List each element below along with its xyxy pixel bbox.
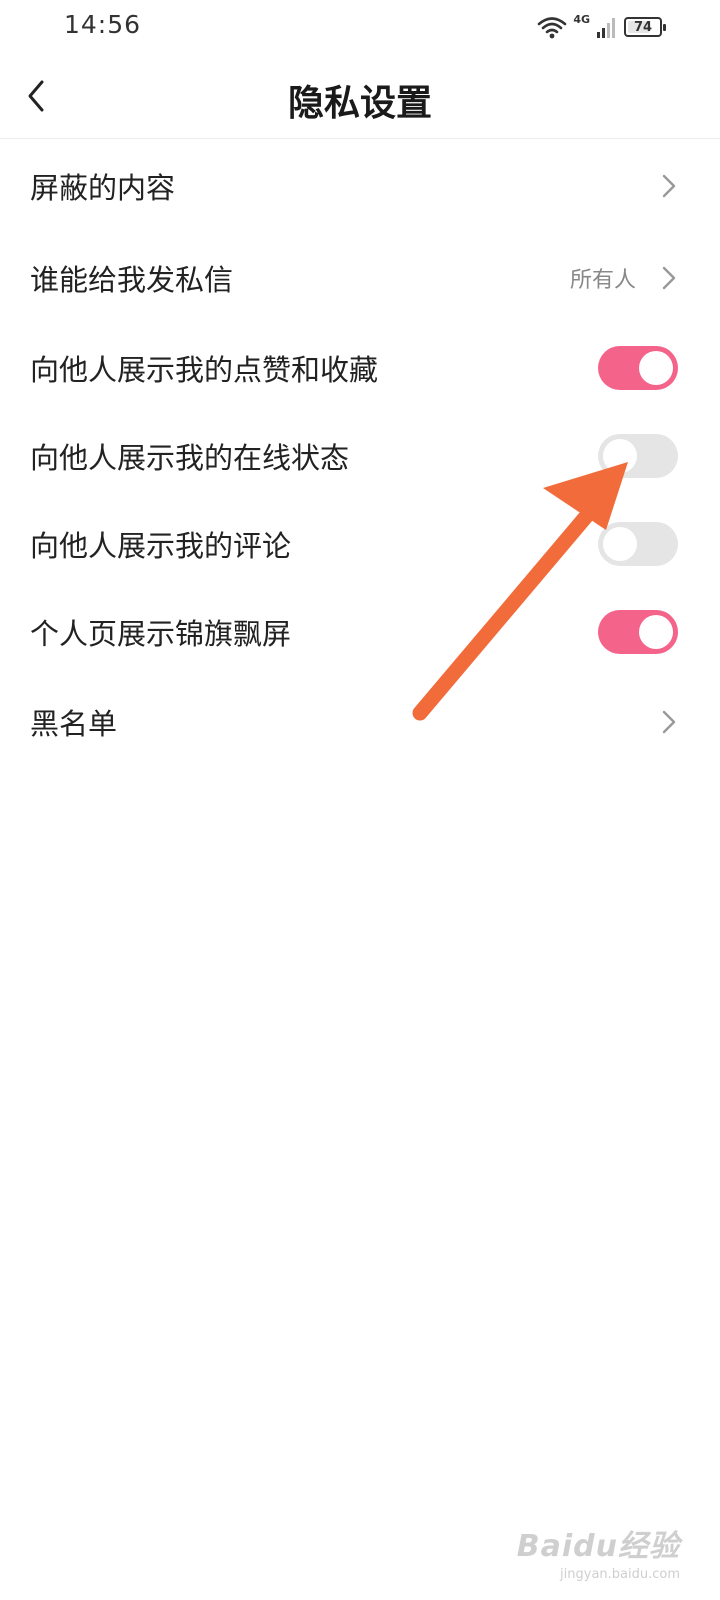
setting-label: 黑名单 — [30, 707, 118, 741]
toggle-switch[interactable] — [598, 434, 678, 478]
setting-label: 向他人展示我的在线状态 — [30, 441, 350, 475]
setting-who-can-message[interactable]: 谁能给我发私信 所有人 — [0, 232, 720, 324]
network-type-label: 4G — [573, 12, 590, 26]
setting-blocked-content[interactable]: 屏蔽的内容 — [0, 140, 720, 232]
toggle-knob — [639, 615, 673, 649]
toggle-switch[interactable] — [598, 346, 678, 390]
toggle-switch[interactable] — [598, 610, 678, 654]
page-title: 隐私设置 — [287, 83, 432, 124]
battery-icon: 74 — [624, 17, 666, 37]
setting-label: 屏蔽的内容 — [30, 171, 176, 205]
toggle-knob — [603, 439, 637, 473]
setting-show-online-status: 向他人展示我的在线状态 — [0, 412, 720, 500]
toggle-knob — [603, 527, 637, 561]
toggle-switch[interactable] — [598, 522, 678, 566]
status-bar: 14:56 4G 74 — [0, 0, 720, 54]
setting-show-banner-flyscreen: 个人页展示锦旗飘屏 — [0, 588, 720, 676]
watermark: Baidu经验 jingyan.baidu.com — [517, 1521, 680, 1582]
setting-show-likes-favorites: 向他人展示我的点赞和收藏 — [0, 324, 720, 412]
status-time: 14:56 — [64, 10, 142, 39]
setting-value: 所有人 — [569, 268, 636, 293]
wifi-icon — [538, 17, 567, 39]
status-icons: 4G 74 — [537, 12, 666, 42]
chevron-right-icon — [662, 174, 676, 198]
battery-level: 74 — [633, 19, 653, 35]
setting-label: 向他人展示我的评论 — [30, 529, 292, 563]
watermark-url: jingyan.baidu.com — [560, 1567, 680, 1582]
signal-icon — [597, 18, 615, 38]
setting-label: 个人页展示锦旗飘屏 — [30, 617, 292, 651]
setting-blacklist[interactable]: 黑名单 — [0, 676, 720, 768]
settings-list: 屏蔽的内容 谁能给我发私信 所有人 向他人展示我的点赞和收藏 向他人展示我的在线… — [0, 140, 720, 768]
chevron-right-icon — [662, 266, 676, 290]
setting-show-comments: 向他人展示我的评论 — [0, 500, 720, 588]
chevron-right-icon — [662, 710, 676, 734]
setting-label: 谁能给我发私信 — [30, 263, 234, 297]
setting-label: 向他人展示我的点赞和收藏 — [30, 353, 379, 387]
header: 隐私设置 — [0, 54, 720, 139]
watermark-logo: Baidu经验 — [516, 1529, 680, 1564]
toggle-knob — [639, 351, 673, 385]
